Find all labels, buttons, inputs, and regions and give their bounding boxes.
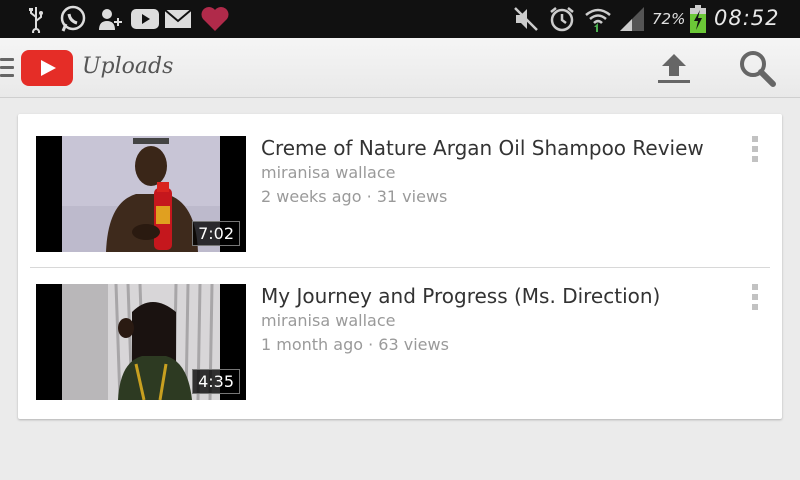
- email-icon: [164, 4, 192, 34]
- usb-icon: [26, 4, 46, 34]
- action-bar: Uploads: [0, 38, 800, 98]
- add-contact-icon: [97, 4, 123, 34]
- video-duration: 7:02: [192, 221, 240, 246]
- alarm-icon: [548, 4, 576, 34]
- video-title[interactable]: Creme of Nature Argan Oil Shampoo Review: [261, 136, 704, 160]
- status-time: 08:52: [714, 6, 780, 30]
- youtube-icon: [130, 4, 160, 34]
- video-channel: miranisa wallace: [261, 311, 396, 330]
- video-item[interactable]: 7:02 Creme of Nature Argan Oil Shampoo R…: [18, 114, 782, 254]
- page-title: Uploads: [82, 54, 174, 79]
- battery-percent: 72%: [652, 10, 686, 28]
- video-thumbnail[interactable]: 4:35: [36, 284, 246, 400]
- search-icon: [740, 51, 776, 87]
- video-meta: 1 month ago · 63 views: [261, 335, 449, 354]
- upload-icon: [658, 54, 690, 83]
- uploads-card: 7:02 Creme of Nature Argan Oil Shampoo R…: [18, 114, 782, 419]
- video-duration: 4:35: [192, 369, 240, 394]
- video-meta: 2 weeks ago · 31 views: [261, 187, 448, 206]
- overflow-menu-icon[interactable]: [752, 284, 758, 310]
- status-bar: 72% 08:52: [0, 0, 800, 38]
- mute-icon: [512, 4, 540, 34]
- menu-icon[interactable]: [0, 58, 14, 78]
- battery-charging-icon: [688, 4, 708, 34]
- video-channel: miranisa wallace: [261, 163, 396, 182]
- video-item[interactable]: 4:35 My Journey and Progress (Ms. Direct…: [18, 262, 782, 402]
- video-thumbnail[interactable]: 7:02: [36, 136, 246, 252]
- wifi-icon: [584, 4, 612, 34]
- signal-icon: [618, 4, 648, 34]
- search-button[interactable]: [738, 50, 778, 88]
- whatsapp-icon: [58, 4, 88, 34]
- video-title[interactable]: My Journey and Progress (Ms. Direction): [261, 284, 660, 308]
- overflow-menu-icon[interactable]: [752, 136, 758, 162]
- youtube-logo[interactable]: [21, 50, 73, 86]
- heart-icon: [200, 4, 230, 34]
- upload-button[interactable]: [654, 50, 694, 86]
